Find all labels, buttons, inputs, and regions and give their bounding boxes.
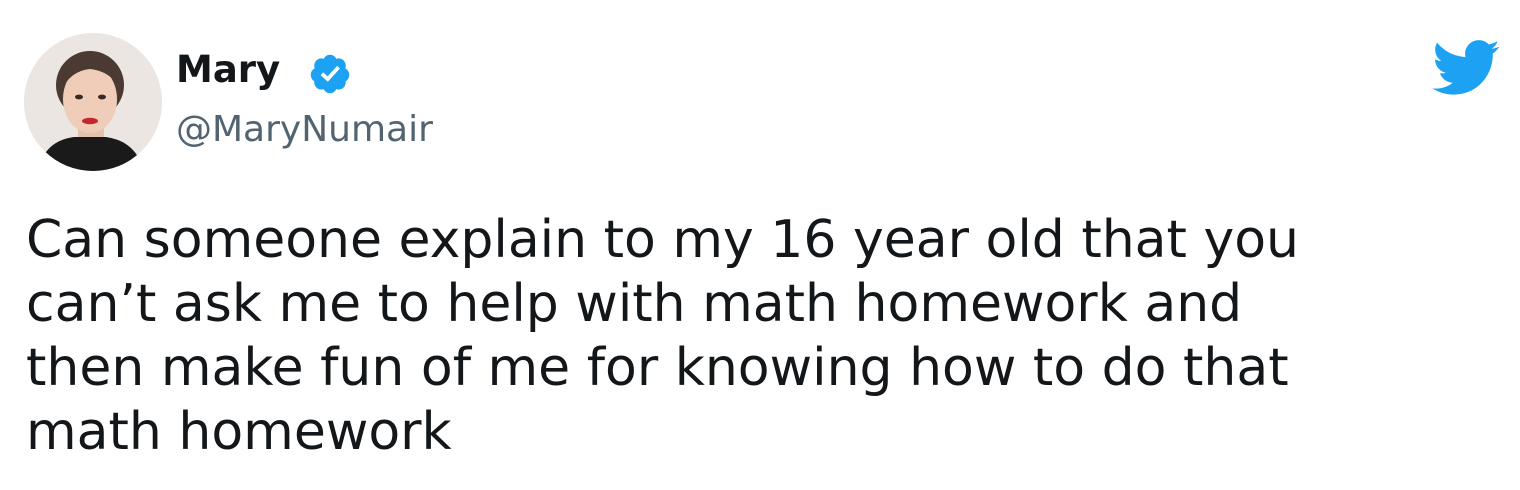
tweet-text-line: can’t ask me to help with math homework … bbox=[26, 274, 1243, 334]
tweet-text-line: then make fun of me for knowing how to d… bbox=[26, 338, 1289, 398]
twitter-bird-icon[interactable] bbox=[1432, 40, 1500, 96]
display-name[interactable]: Mary bbox=[176, 46, 280, 94]
user-handle[interactable]: @MaryNumair bbox=[176, 108, 433, 152]
tweet-body: Can someone explain to my 16 year old th… bbox=[26, 208, 1496, 464]
avatar[interactable] bbox=[24, 33, 162, 171]
tweet-text-line: Can someone explain to my 16 year old th… bbox=[26, 210, 1300, 270]
verified-badge-icon bbox=[310, 54, 350, 94]
avatar-photo bbox=[24, 33, 162, 171]
tweet-text-line: math homework bbox=[26, 402, 452, 462]
